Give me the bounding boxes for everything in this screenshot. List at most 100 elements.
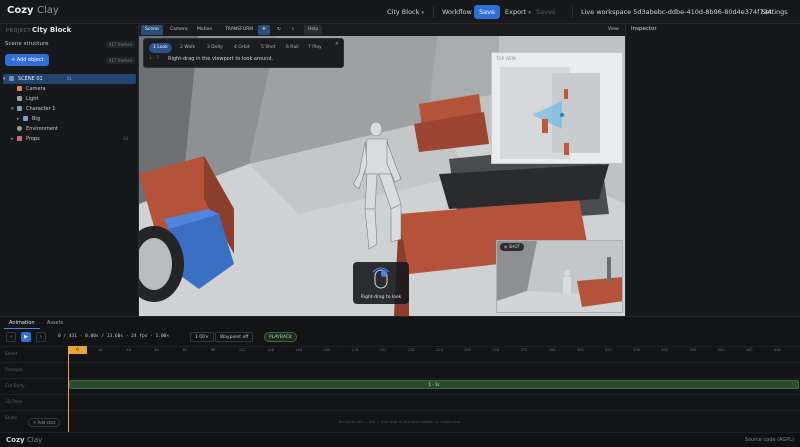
mode-rail[interactable]: 6 Rail xyxy=(282,43,303,53)
mode-label: Dolly xyxy=(211,45,223,50)
project-label: PROJECT xyxy=(6,28,32,34)
mouse-icon xyxy=(372,267,390,289)
zoom-tool-icon[interactable]: ⌕ xyxy=(287,25,299,35)
close-icon[interactable]: × xyxy=(335,41,339,47)
step-back-button[interactable]: ‹ xyxy=(6,332,16,342)
minimap-drawing xyxy=(500,67,600,159)
tab-scene[interactable]: Scene xyxy=(141,25,163,35)
workspace-id: Live workspace 5d3abebc-ddbe-410d-8b96-8… xyxy=(581,8,772,16)
rotate-tool-icon[interactable]: ↻ xyxy=(273,25,285,35)
playback-button[interactable]: PLAYBACK xyxy=(264,332,297,342)
mode-play[interactable]: 7 Play xyxy=(304,43,326,53)
chevron-down-icon: ▾ xyxy=(421,10,424,16)
track-label: Sheet xyxy=(5,352,18,357)
speed-button[interactable]: 1.00× xyxy=(190,332,214,342)
top-bar: Cozy Clay City Block ▾ Workflow Save Exp… xyxy=(0,0,800,24)
workflow-button[interactable]: Workflow xyxy=(437,5,477,19)
play-button[interactable]: ▶ xyxy=(21,332,31,342)
track-row: Sheet xyxy=(0,346,800,362)
mode-label: Walk xyxy=(184,45,196,50)
waypoint-toggle[interactable]: Waypoint off xyxy=(215,332,254,342)
tree-item-scene[interactable]: ▾ SCENE 01 01 xyxy=(3,74,136,84)
scene-icon xyxy=(9,75,14,81)
object-icon xyxy=(23,115,28,121)
logo-main: Cozy xyxy=(6,436,25,444)
mode-label: Orbit xyxy=(238,45,250,50)
track-label: Cut Body xyxy=(5,384,25,389)
top-view-minimap[interactable]: TOP VIEW xyxy=(491,52,623,164)
hint-text: Right-drag in the viewport to look aroun… xyxy=(168,56,274,62)
mode-label: Play xyxy=(312,45,322,50)
tree-item-camera[interactable]: Camera xyxy=(3,84,136,94)
app-logo[interactable]: Cozy Clay xyxy=(7,5,59,16)
mode-walk[interactable]: 2 Walk xyxy=(176,43,199,53)
transport-controls: ‹ ▶ › 0 / 431 · 0.00s / 13.60s · 24 fps … xyxy=(0,329,800,346)
right-drag-label: Right-drag to look xyxy=(360,295,402,300)
tree-badge: 14 xyxy=(123,136,129,141)
animation-clip[interactable]: 1 · 1s xyxy=(69,380,799,389)
tab-assets[interactable]: Assets xyxy=(42,318,68,328)
app-root: Cozy Clay City Block ▾ Workflow Save Exp… xyxy=(0,0,800,447)
tree-item-big[interactable]: ▸ Big xyxy=(3,114,136,124)
tree-item-character[interactable]: ▾ Character 1 xyxy=(3,104,136,114)
mode-label: Shot xyxy=(265,45,276,50)
tab-camera[interactable]: Camera xyxy=(166,25,192,35)
mode-look[interactable]: 1 Look xyxy=(149,43,172,53)
footer: Cozy Clay Source code (AGPL) xyxy=(0,432,800,447)
track-label: Prompts xyxy=(5,368,23,373)
view-button[interactable]: View xyxy=(604,25,623,35)
navigation-modes-popup: 1 Look 2 Walk 3 Dolly 4 Orbit 5 Shot 6 R… xyxy=(143,38,344,68)
mode-orbit[interactable]: 4 Orbit xyxy=(230,43,254,53)
tab-animation[interactable]: Animation xyxy=(4,318,40,329)
light-icon xyxy=(17,95,22,101)
divider xyxy=(433,6,434,18)
saves-button[interactable]: Saves xyxy=(531,5,560,19)
tree-item-props[interactable]: ▸ Props 14 xyxy=(3,134,136,144)
add-object-button[interactable]: + Add object xyxy=(5,54,50,66)
inspector-title: Inspector xyxy=(631,26,657,32)
tree-item-label: Camera xyxy=(26,86,46,92)
scene-structure-heading: Scene structure xyxy=(5,41,49,47)
camera-icon xyxy=(17,85,22,91)
shot-label: ● SHOT xyxy=(500,243,524,251)
tree-item-label: Props xyxy=(26,136,40,142)
hint-index: 1 · 7 xyxy=(149,56,160,61)
tab-motion[interactable]: Motion xyxy=(193,25,216,35)
project-name: City Block xyxy=(32,26,72,34)
shot-label-text: SHOT xyxy=(508,244,520,249)
tree-item-label: Environment xyxy=(26,126,58,132)
tree-badge: 01 xyxy=(67,76,73,81)
playhead-handle[interactable]: 0 xyxy=(68,346,87,354)
save-button[interactable]: Save xyxy=(474,5,500,19)
inspector-panel: Inspector xyxy=(625,24,800,316)
step-forward-button[interactable]: › xyxy=(36,332,46,342)
logo-accent: Clay xyxy=(27,436,43,444)
add-frames-chip: 417 frames xyxy=(106,57,135,64)
footer-logo: Cozy Clay xyxy=(6,436,42,444)
divider xyxy=(572,6,573,18)
mode-shot[interactable]: 5 Shot xyxy=(257,43,280,53)
mode-label: Rail xyxy=(290,45,299,50)
settings-button[interactable]: Settings xyxy=(756,5,793,19)
tree-item-label: Big xyxy=(32,116,40,122)
shot-preview-render xyxy=(497,241,622,312)
scene-selector[interactable]: City Block ▾ xyxy=(382,5,429,19)
tree-item-light[interactable]: Light xyxy=(3,94,136,104)
tree-item-environment[interactable]: Environment xyxy=(3,124,136,134)
playhead-line[interactable] xyxy=(68,346,69,433)
character-icon xyxy=(17,105,22,111)
logo-main: Cozy xyxy=(7,5,34,16)
export-label: Export xyxy=(505,8,527,16)
empty-shots-message: No shots yet — use + Add shot in the lan… xyxy=(338,419,462,424)
move-tool-icon[interactable]: ✛ xyxy=(258,25,270,35)
help-button[interactable]: Help xyxy=(304,25,323,35)
environment-icon xyxy=(17,125,22,131)
mode-label: Look xyxy=(157,45,168,50)
tab-transform[interactable]: TRANSFORM xyxy=(221,25,257,35)
mode-dolly[interactable]: 3 Dolly xyxy=(203,43,227,53)
shot-preview[interactable]: ● SHOT xyxy=(496,240,623,313)
scene-selector-label: City Block xyxy=(387,8,420,16)
source-code-link[interactable]: Source code (AGPL) xyxy=(745,437,794,443)
props-icon xyxy=(17,135,22,141)
right-drag-hint: Right-drag to look xyxy=(353,262,409,304)
